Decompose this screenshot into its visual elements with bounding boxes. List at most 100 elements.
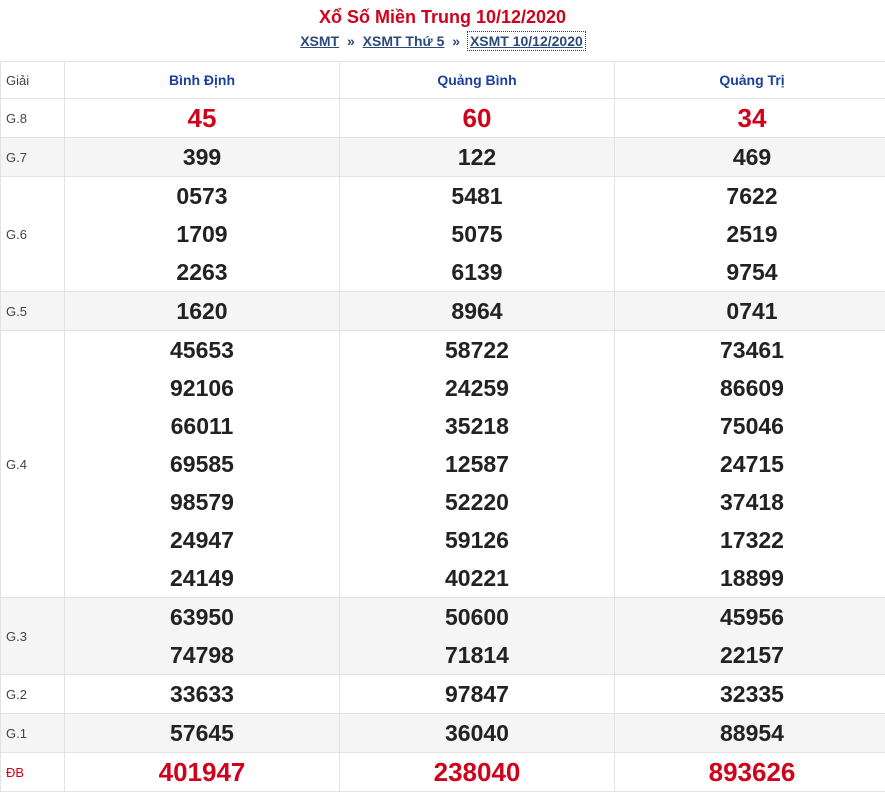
result-cell: 45653 92106 66011 69585 98579 24947 24149: [64, 330, 340, 598]
result-number: 52220: [445, 489, 509, 515]
result-cell: 5481 5075 6139: [339, 176, 615, 292]
result-cell: 33633: [64, 674, 340, 714]
result-number: 34: [737, 103, 767, 133]
result-number: 45653: [170, 337, 234, 363]
result-number: 59126: [445, 527, 509, 553]
result-cell: 238040: [339, 752, 615, 792]
table-row: G.3 63950 74798 50600 71814 45956 22157: [0, 597, 885, 675]
result-number: 75046: [720, 413, 784, 439]
table-row: G.4 45653 92106 66011 69585 98579 24947 24149 58…: [0, 330, 885, 598]
result-number: 18899: [720, 565, 784, 591]
breadcrumb: XSMT » XSMT Thứ 5 » XSMT 10/12/2020: [0, 31, 885, 61]
result-number: 5481: [451, 183, 503, 209]
result-cell: 50600 71814: [339, 597, 615, 675]
table-row: G.1 57645 36040 88954: [0, 713, 885, 753]
result-number: 0573: [176, 183, 228, 209]
result-number: 33633: [170, 681, 234, 707]
province-header: Quảng Bình: [339, 61, 615, 99]
result-cell: 34: [614, 98, 885, 138]
result-number: 2263: [176, 259, 228, 285]
result-cell: 73461 86609 75046 24715 37418 17322 18899: [614, 330, 885, 598]
result-number: 5075: [451, 221, 503, 247]
table-row: G.5 1620 8964 0741: [0, 291, 885, 331]
result-cell: 58722 24259 35218 12587 52220 59126 40221: [339, 330, 615, 598]
result-number: 399: [182, 144, 222, 170]
result-cell: 97847: [339, 674, 615, 714]
result-number: 17322: [720, 527, 784, 553]
result-cell: 60: [339, 98, 615, 138]
result-number: 12587: [445, 451, 509, 477]
result-number: 122: [457, 144, 497, 170]
table-row: ĐB 401947 238040 893626: [0, 752, 885, 792]
prize-column-header: Giải: [0, 61, 65, 99]
result-number: 50600: [445, 604, 509, 630]
result-number: 74798: [170, 642, 234, 668]
result-number: 401947: [158, 757, 246, 787]
result-number: 36040: [445, 720, 509, 746]
result-number: 58722: [445, 337, 509, 363]
result-cell: 32335: [614, 674, 885, 714]
prize-label: G.3: [0, 597, 65, 675]
result-cell: 399: [64, 137, 340, 177]
result-number: 86609: [720, 375, 784, 401]
result-number: 6139: [451, 259, 503, 285]
result-number: 238040: [433, 757, 521, 787]
results-body: G.8 45 60 34 G.7 399 122 469 G.6 0573 1709 2263 5481…: [0, 98, 885, 792]
result-number: 32335: [720, 681, 784, 707]
result-number: 45: [187, 103, 217, 133]
result-cell: 1620: [64, 291, 340, 331]
result-cell: 7622 2519 9754: [614, 176, 885, 292]
table-row: G.6 0573 1709 2263 5481 5075 6139 7622 2519 9754: [0, 176, 885, 292]
result-number: 0741: [726, 298, 778, 324]
result-number: 73461: [720, 337, 784, 363]
results-table: Giải Bình Định Quảng Bình Quảng Trị G.8 4…: [0, 61, 885, 792]
prize-label: G.4: [0, 330, 65, 598]
result-cell: 122: [339, 137, 615, 177]
result-cell: 45956 22157: [614, 597, 885, 675]
result-number: 2519: [726, 221, 778, 247]
result-number: 1620: [176, 298, 228, 324]
result-number: 9754: [726, 259, 778, 285]
breadcrumb-separator: »: [452, 33, 461, 49]
result-number: 92106: [170, 375, 234, 401]
result-cell: 0741: [614, 291, 885, 331]
prize-label: G.6: [0, 176, 65, 292]
table-row: G.8 45 60 34: [0, 98, 885, 138]
result-number: 7622: [726, 183, 778, 209]
result-cell: 469: [614, 137, 885, 177]
breadcrumb-xsmt-thu5-link[interactable]: XSMT Thứ 5: [363, 33, 445, 49]
result-number: 40221: [445, 565, 509, 591]
result-cell: 45: [64, 98, 340, 138]
result-number: 37418: [720, 489, 784, 515]
result-number: 893626: [708, 757, 796, 787]
result-number: 98579: [170, 489, 234, 515]
breadcrumb-current-date-link[interactable]: XSMT 10/12/2020: [466, 31, 586, 51]
result-cell: 57645: [64, 713, 340, 753]
result-cell: 36040: [339, 713, 615, 753]
page-title: Xổ Số Miền Trung 10/12/2020: [318, 7, 567, 27]
result-number: 8964: [451, 298, 503, 324]
result-number: 45956: [720, 604, 784, 630]
result-number: 63950: [170, 604, 234, 630]
result-number: 1709: [176, 221, 228, 247]
result-number: 24149: [170, 565, 234, 591]
table-header-row: Giải Bình Định Quảng Bình Quảng Trị: [0, 61, 885, 99]
result-number: 57645: [170, 720, 234, 746]
result-cell: 8964: [339, 291, 615, 331]
result-number: 24947: [170, 527, 234, 553]
result-cell: 0573 1709 2263: [64, 176, 340, 292]
province-header: Quảng Trị: [614, 61, 885, 99]
prize-label: ĐB: [0, 752, 65, 792]
prize-label: G.7: [0, 137, 65, 177]
result-number: 60: [462, 103, 492, 133]
result-number: 24259: [445, 375, 509, 401]
prize-label: G.1: [0, 713, 65, 753]
result-number: 35218: [445, 413, 509, 439]
breadcrumb-xsmt-link[interactable]: XSMT: [300, 33, 339, 49]
result-number: 469: [732, 144, 772, 170]
result-cell: 401947: [64, 752, 340, 792]
prize-label: G.2: [0, 674, 65, 714]
result-number: 22157: [720, 642, 784, 668]
result-number: 97847: [445, 681, 509, 707]
breadcrumb-separator: »: [346, 33, 355, 49]
